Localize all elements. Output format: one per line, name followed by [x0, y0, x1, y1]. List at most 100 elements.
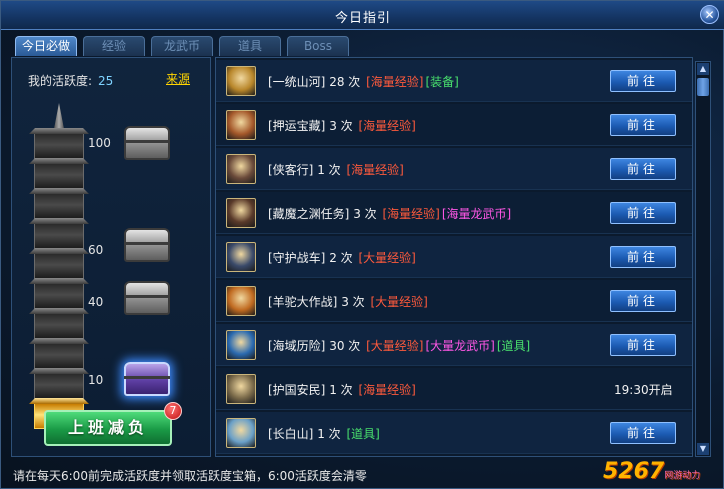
- task-count: 3 次: [349, 207, 381, 221]
- task-row: [护国安民] 1 次 [海量经验] 19:30开启: [216, 368, 692, 410]
- silver-chest-icon[interactable]: [124, 281, 170, 315]
- task-count: 1 次: [325, 383, 357, 397]
- task-description: [海域历险] 30 次 [大量经验] [大量龙武币] [道具]: [268, 337, 530, 354]
- task-reward: [道具]: [346, 427, 380, 441]
- task-row: [长白山] 1 次 [道具] 前往: [216, 412, 692, 454]
- task-reward: [海量经验]: [358, 119, 416, 133]
- task-description: [守护战车] 2 次 [大量经验]: [268, 249, 416, 266]
- watermark-text: 5267: [603, 459, 665, 484]
- go-button[interactable]: 前往: [610, 70, 676, 92]
- go-button[interactable]: 前往: [610, 202, 676, 224]
- purple-chest-icon[interactable]: [124, 362, 170, 396]
- task-name: [侠客行]: [268, 163, 314, 177]
- scroll-down-icon[interactable]: ▼: [697, 443, 709, 455]
- guard-portrait-icon: [226, 374, 256, 404]
- tab-daily-must-do[interactable]: 今日必做: [15, 36, 77, 56]
- milestone-label-10: 10: [88, 373, 104, 387]
- task-reward: [装备]: [425, 75, 459, 89]
- pagoda-tier: [34, 163, 84, 189]
- activity-value: 25: [98, 74, 114, 88]
- milestone-label-60: 60: [88, 243, 104, 257]
- task-row: [侠客行] 1 次 [海量经验] 前往: [216, 148, 692, 190]
- escort-portrait-icon: [226, 110, 256, 140]
- task-reward: [海量龙武币]: [441, 207, 512, 221]
- task-count: 3 次: [337, 295, 369, 309]
- task-reward: [大量经验]: [358, 251, 416, 265]
- pagoda-tier: [34, 253, 84, 279]
- task-description: [羊驼大作战] 3 次 [大量经验]: [268, 293, 428, 310]
- task-row: [藏魔之渊任务] 3 次 [海量经验] [海量龙武币] 前往: [216, 192, 692, 234]
- go-button[interactable]: 前往: [610, 290, 676, 312]
- activity-readout: 我的活跃度: 25: [28, 72, 113, 89]
- source-link[interactable]: 来源: [166, 70, 190, 87]
- task-description: [一统山河] 28 次 [海量经验] [装备]: [268, 73, 459, 90]
- close-icon[interactable]: ✕: [700, 5, 719, 24]
- task-row: [海域历险] 30 次 [大量经验] [大量龙武币] [道具] 前往: [216, 324, 692, 366]
- task-reward: [大量经验]: [366, 339, 424, 353]
- hero-portrait-icon: [226, 154, 256, 184]
- go-button[interactable]: 前往: [610, 246, 676, 268]
- go-button[interactable]: 前往: [610, 334, 676, 356]
- task-description: [侠客行] 1 次 [海量经验]: [268, 161, 404, 178]
- task-count: 30 次: [325, 339, 365, 353]
- pagoda-tier: [34, 283, 84, 309]
- pagoda-tier: [34, 133, 84, 159]
- milestone-label-40: 40: [88, 295, 104, 309]
- alpaca-icon: [226, 286, 256, 316]
- window-title: 今日指引: [334, 11, 391, 26]
- pagoda-spire: [54, 103, 64, 129]
- task-description: [长白山] 1 次 [道具]: [268, 425, 380, 442]
- tab-dragon-coins[interactable]: 龙武币: [151, 36, 213, 56]
- task-row: [一统山河] 28 次 [海量经验] [装备] 前往: [216, 60, 692, 102]
- reduce-burden-button[interactable]: 上班减负: [44, 410, 172, 446]
- tab-boss[interactable]: Boss: [287, 36, 349, 56]
- task-description: [藏魔之渊任务] 3 次 [海量经验] [海量龙武币]: [268, 205, 511, 222]
- activity-label: 我的活跃度:: [28, 74, 93, 88]
- task-name: [海域历险]: [268, 339, 326, 353]
- scrollbar[interactable]: ▲ ▼: [695, 61, 711, 457]
- watermark-sub: 网游动力: [664, 471, 701, 481]
- task-reward: [海量经验]: [358, 383, 416, 397]
- open-time: 19:30开启: [614, 383, 673, 397]
- task-row: [守护战车] 2 次 [大量经验] 前往: [216, 236, 692, 278]
- task-reward: [海量经验]: [346, 163, 404, 177]
- task-reward: [大量经验]: [370, 295, 428, 309]
- site-watermark: 5267网游动力: [603, 459, 721, 487]
- demon-portrait-icon: [226, 198, 256, 228]
- task-reward: [海量经验]: [366, 75, 424, 89]
- pagoda-tier: [34, 343, 84, 369]
- pagoda-tier: [34, 223, 84, 249]
- silver-chest-icon[interactable]: [124, 126, 170, 160]
- warrior-portrait-icon: [226, 66, 256, 96]
- tab-items[interactable]: 道具: [219, 36, 281, 56]
- tab-experience[interactable]: 经验: [83, 36, 145, 56]
- task-count: 2 次: [325, 251, 357, 265]
- silver-chest-icon[interactable]: [124, 228, 170, 262]
- task-row: [羊驼大作战] 3 次 [大量经验] 前往: [216, 280, 692, 322]
- task-count: 1 次: [313, 427, 345, 441]
- activity-pagoda: [28, 103, 90, 438]
- task-row: [押运宝藏] 3 次 [海量经验] 前往: [216, 104, 692, 146]
- daily-guide-window: 今日指引 ✕ 今日必做 经验 龙武币 道具 Boss 我的活跃度: 25 来源 1…: [0, 0, 724, 489]
- scroll-up-icon[interactable]: ▲: [697, 63, 709, 75]
- task-count: 1 次: [313, 163, 345, 177]
- task-description: [押运宝藏] 3 次 [海量经验]: [268, 117, 416, 134]
- task-description: [护国安民] 1 次 [海量经验]: [268, 381, 416, 398]
- task-name: [押运宝藏]: [268, 119, 326, 133]
- mountain-sword-icon: [226, 418, 256, 448]
- go-button[interactable]: 前往: [610, 158, 676, 180]
- task-reward: [海量经验]: [382, 207, 440, 221]
- go-button[interactable]: 前往: [610, 114, 676, 136]
- milestone-label-100: 100: [88, 136, 111, 150]
- task-name: [藏魔之渊任务]: [268, 207, 350, 221]
- scroll-thumb[interactable]: [697, 78, 709, 96]
- chariot-icon: [226, 242, 256, 272]
- ship-icon: [226, 330, 256, 360]
- task-count: 3 次: [325, 119, 357, 133]
- task-name: [长白山]: [268, 427, 314, 441]
- task-name: [守护战车]: [268, 251, 326, 265]
- go-button[interactable]: 前往: [610, 422, 676, 444]
- task-reward: [大量龙武币]: [425, 339, 495, 353]
- task-name: [护国安民]: [268, 383, 326, 397]
- task-name: [羊驼大作战]: [268, 295, 338, 309]
